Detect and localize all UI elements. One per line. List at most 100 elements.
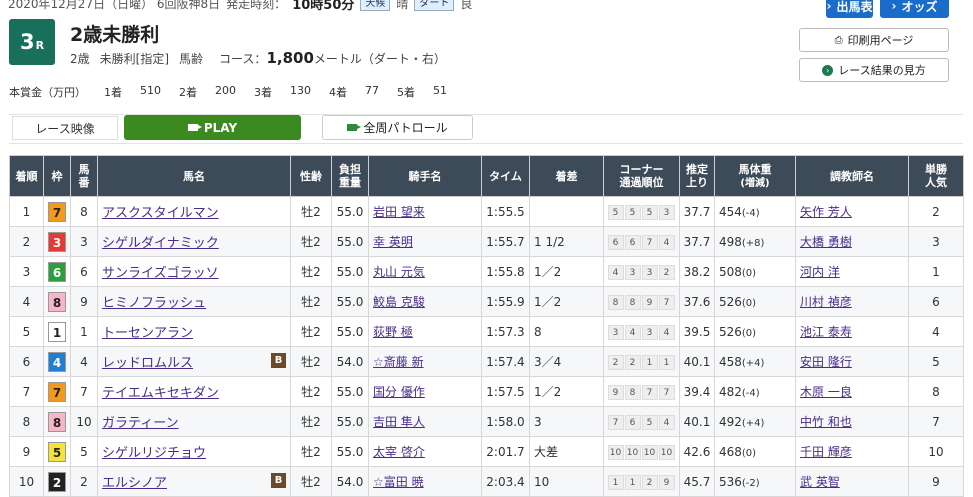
trainer-link[interactable]: 矢作 芳人 bbox=[800, 205, 852, 219]
entries-button-label: 出馬表 bbox=[836, 0, 873, 14]
waku-cell: 8 bbox=[43, 286, 71, 317]
play-label: PLAY bbox=[203, 120, 238, 135]
trainer-link[interactable]: 大橋 勇樹 bbox=[800, 235, 852, 249]
last3f-cell: 37.6 bbox=[679, 286, 715, 317]
horse-name-link[interactable]: シゲルダイナミック bbox=[102, 236, 219, 251]
corner-cell: 2211 bbox=[603, 346, 680, 377]
jockey-link[interactable]: 荻野 極 bbox=[373, 325, 413, 339]
trainer-cell: 千田 輝彦 bbox=[795, 436, 909, 467]
waku-badge: 8 bbox=[48, 411, 66, 432]
corner-position: 3 bbox=[658, 204, 675, 220]
trainer-link[interactable]: 川村 禎彦 bbox=[800, 295, 852, 309]
rank-cell: 8 bbox=[9, 406, 44, 437]
corner-cell: 6674 bbox=[603, 226, 680, 257]
horse-number-cell: 10 bbox=[70, 406, 98, 437]
corner-position: 4 bbox=[658, 324, 675, 340]
horse-name-link[interactable]: トーセンアラン bbox=[102, 326, 193, 341]
play-button[interactable]: PLAY bbox=[124, 115, 301, 140]
race-number-suffix: R bbox=[35, 39, 45, 52]
cond-age: 2歳 bbox=[70, 52, 90, 66]
trainer-link[interactable]: 河内 洋 bbox=[800, 265, 840, 279]
jockey-cell: 岩田 望来 bbox=[368, 196, 482, 227]
jockey-cell: 鮫島 克駿 bbox=[368, 286, 482, 317]
horse-name-link[interactable]: ヒミノフラッシュ bbox=[102, 296, 206, 311]
jockey-link[interactable]: 鮫島 克駿 bbox=[373, 295, 425, 309]
popularity-cell: 5 bbox=[908, 346, 964, 377]
corner-position: 2 bbox=[658, 264, 675, 280]
prize-1-place: 1着 bbox=[104, 86, 122, 99]
popularity-cell: 6 bbox=[908, 286, 964, 317]
rank-cell: 7 bbox=[9, 376, 44, 407]
waku-badge: 8 bbox=[48, 291, 66, 312]
weight-cell: 55.0 bbox=[331, 316, 369, 347]
sex-age-cell: 牡2 bbox=[290, 346, 332, 377]
popularity-cell: 10 bbox=[908, 436, 964, 467]
jockey-link[interactable]: 吉田 隼人 bbox=[373, 415, 425, 429]
table-row: 4 8 9 ヒミノフラッシュ 牡2 55.0 鮫島 克駿 1:55.9 1／2 8 8 9 7 37.6 5… bbox=[9, 286, 964, 317]
jockey-link[interactable]: ☆斎藤 新 bbox=[373, 355, 424, 369]
corner-position: 4 bbox=[624, 324, 641, 340]
trainer-link[interactable]: 武 英智 bbox=[800, 475, 840, 489]
odds-button[interactable]: › オッズ bbox=[880, 0, 949, 18]
bodyweight-cell: 482(-4) bbox=[714, 376, 796, 407]
last3f-cell: 39.4 bbox=[679, 376, 715, 407]
entries-button[interactable]: › 出馬表 bbox=[826, 0, 873, 18]
corner-position: 3 bbox=[641, 264, 658, 280]
start-label: 発走時刻： bbox=[226, 0, 287, 11]
bodyweight-diff: (0) bbox=[741, 327, 757, 339]
waku-badge: 7 bbox=[48, 381, 66, 402]
sex-age-cell: 牡2 bbox=[290, 256, 332, 287]
jockey-link[interactable]: ☆富田 暁 bbox=[373, 475, 424, 489]
corner-position: 7 bbox=[641, 384, 658, 400]
results-table: 着順 枠 馬番 馬名 性齢 負担 重量 騎手名 タイム 着差 コーナー 通過順位 推… bbox=[9, 155, 964, 497]
sex-age-cell: 牡2 bbox=[290, 376, 332, 407]
weight-cell: 55.0 bbox=[331, 196, 369, 227]
horse-name-link[interactable]: サンライズゴラッソ bbox=[102, 266, 219, 281]
corner-position: 8 bbox=[607, 294, 624, 310]
horse-name-link[interactable]: アスクスタイルマン bbox=[102, 206, 219, 221]
corner-position: 10 bbox=[624, 444, 641, 460]
race-title: 2歳未勝利 bbox=[70, 24, 160, 46]
weight-cell: 55.0 bbox=[331, 256, 369, 287]
horse-name-link[interactable]: エルシノア bbox=[102, 476, 167, 491]
corner-cell: 9877 bbox=[603, 376, 680, 407]
col-popularity: 単勝 人気 bbox=[908, 155, 964, 197]
popularity-cell: 9 bbox=[908, 466, 964, 497]
horse-name-link[interactable]: ガラティーン bbox=[102, 416, 179, 431]
table-row: 6 4 4 レッドロムルス B 牡2 54.0 ☆斎藤 新 1:57.4 3／4 2 2 1 1 40.1 4… bbox=[9, 346, 964, 377]
bodyweight-value: 458 bbox=[719, 354, 742, 369]
jockey-link[interactable]: 太宰 啓介 bbox=[373, 445, 425, 459]
waku-cell: 7 bbox=[43, 376, 71, 407]
jockey-link[interactable]: 幸 英明 bbox=[373, 235, 413, 249]
result-guide-button[interactable]: › レース結果の見方 bbox=[799, 58, 949, 82]
col-time: タイム bbox=[481, 155, 530, 197]
last3f-cell: 38.2 bbox=[679, 256, 715, 287]
last3f-cell: 40.1 bbox=[679, 346, 715, 377]
horse-name-link[interactable]: シゲルリジチョウ bbox=[102, 446, 206, 461]
corner-cell: 7654 bbox=[603, 406, 680, 437]
jockey-link[interactable]: 岩田 望来 bbox=[373, 205, 425, 219]
trainer-link[interactable]: 池江 泰寿 bbox=[800, 325, 852, 339]
sex-age-cell: 牡2 bbox=[290, 436, 332, 467]
waku-cell: 7 bbox=[43, 196, 71, 227]
horse-name-link[interactable]: テイエムキセキダン bbox=[102, 386, 219, 401]
bodyweight-diff: (0) bbox=[741, 447, 757, 459]
jockey-link[interactable]: 丸山 元気 bbox=[373, 265, 425, 279]
rank-cell: 4 bbox=[9, 286, 44, 317]
col-weight: 負担 重量 bbox=[331, 155, 369, 197]
horse-name-link[interactable]: レッドロムルス bbox=[102, 356, 193, 371]
sex-age-cell: 牡2 bbox=[290, 406, 332, 437]
jockey-link[interactable]: 国分 優作 bbox=[373, 385, 425, 399]
popularity-cell: 8 bbox=[908, 376, 964, 407]
trainer-link[interactable]: 千田 輝彦 bbox=[800, 445, 852, 459]
print-page-button[interactable]: ⎙ 印刷用ページ bbox=[799, 28, 949, 52]
trainer-link[interactable]: 中竹 和也 bbox=[800, 415, 852, 429]
jockey-cell: 吉田 隼人 bbox=[368, 406, 482, 437]
trainer-link[interactable]: 木原 一良 bbox=[800, 385, 852, 399]
start-time: 10時50分 bbox=[292, 0, 355, 13]
patrol-video-button[interactable]: 全周パトロール bbox=[322, 115, 473, 140]
trainer-link[interactable]: 安田 隆行 bbox=[800, 355, 852, 369]
sex-age-cell: 牡2 bbox=[290, 226, 332, 257]
waku-cell: 1 bbox=[43, 316, 71, 347]
table-header-row: 着順 枠 馬番 馬名 性齢 負担 重量 騎手名 タイム 着差 コーナー 通過順位 推… bbox=[9, 155, 964, 197]
